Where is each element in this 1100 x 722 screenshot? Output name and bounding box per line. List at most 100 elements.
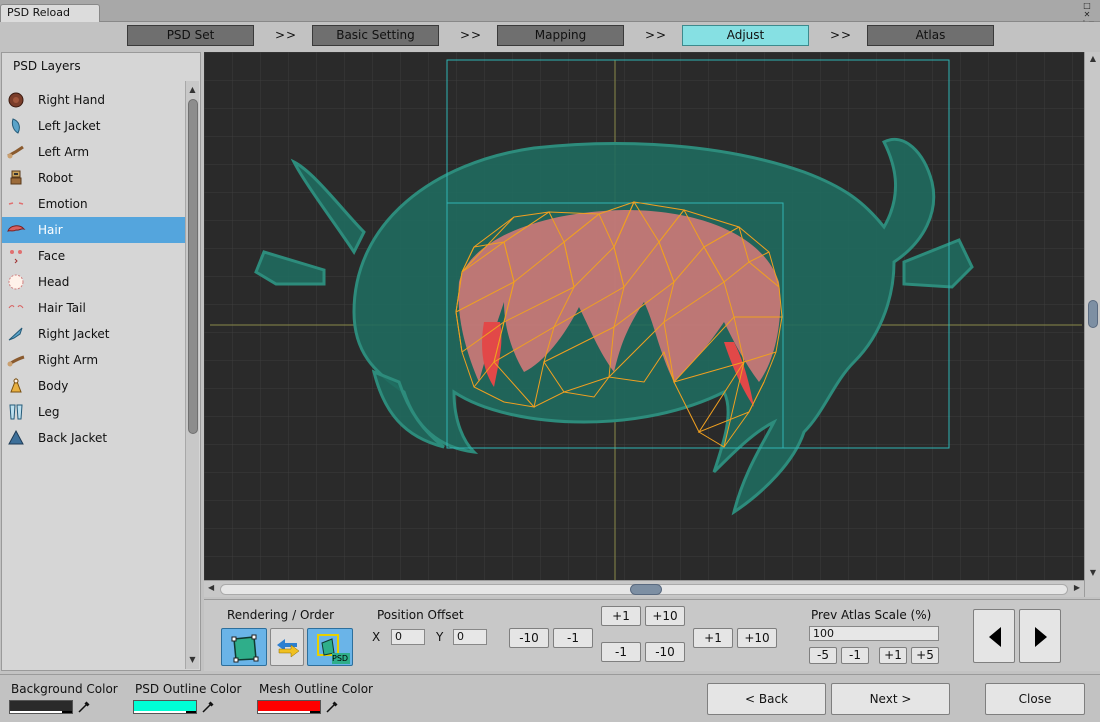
canvas-vscroll-thumb[interactable]	[1088, 300, 1098, 328]
triangle-left-icon	[989, 627, 1001, 647]
offset-left-1-button[interactable]: -1	[553, 628, 593, 648]
step-separator: >>	[275, 28, 298, 42]
back-button[interactable]: < Back	[707, 683, 826, 715]
next-layer-button[interactable]	[1019, 609, 1061, 663]
previous-layer-button[interactable]	[973, 609, 1015, 663]
rendering-order-label: Rendering / Order	[227, 608, 335, 622]
render-mesh-button[interactable]	[221, 628, 267, 666]
offset-right-10-button[interactable]: +10	[737, 628, 777, 648]
layer-label: Head	[38, 275, 70, 289]
canvas-vertical-scrollbar[interactable]: ▲ ▼	[1084, 52, 1100, 597]
scale-minus-1-button[interactable]: -1	[841, 647, 869, 664]
offset-up-10-button[interactable]: +10	[645, 606, 685, 626]
layer-item-hair[interactable]: Hair	[2, 217, 185, 243]
eyedropper-icon[interactable]	[77, 700, 91, 714]
y-label: Y	[436, 630, 444, 644]
emotion-icon	[8, 202, 24, 205]
scroll-left-icon[interactable]: ◀	[208, 583, 214, 592]
canvas-hscroll-thumb[interactable]	[630, 584, 662, 595]
step-adjust[interactable]: Adjust	[682, 25, 809, 46]
layer-label: Body	[38, 379, 69, 393]
x-offset-input[interactable]: 0	[391, 629, 425, 645]
layer-item-head[interactable]: Head	[2, 269, 185, 295]
close-button[interactable]: Close	[985, 683, 1085, 715]
layers-panel-title: PSD Layers	[13, 59, 81, 73]
window-titlebar: PSD Reload □ ✕ ⋮≡	[0, 0, 1100, 28]
step-navigation: PSD Set >> Basic Setting >> Mapping >> A…	[0, 22, 1100, 50]
offset-down-10-button[interactable]: -10	[645, 642, 685, 662]
jacket-icon	[8, 429, 24, 445]
offset-down-1-button[interactable]: -1	[601, 642, 641, 662]
arm-icon	[7, 355, 25, 367]
window-title-tab[interactable]: PSD Reload	[0, 4, 100, 22]
layer-label: Robot	[38, 171, 73, 185]
canvas-horizontal-scrollbar[interactable]: ◀ ▶	[204, 580, 1084, 597]
layer-label: Right Jacket	[38, 327, 110, 341]
layer-label: Right Arm	[38, 353, 99, 367]
layers-scrollbar[interactable]: ▲ ▼	[185, 81, 199, 669]
atlas-scale-input[interactable]: 100	[809, 626, 939, 641]
face-icon	[10, 250, 22, 264]
scale-plus-1-button[interactable]: +1	[879, 647, 907, 664]
scale-plus-5-button[interactable]: +5	[911, 647, 939, 664]
step-atlas[interactable]: Atlas	[867, 25, 994, 46]
psd-layers-panel: PSD Layers Right Hand Left Jacket Left A…	[1, 52, 201, 671]
layer-item-emotion[interactable]: Emotion	[2, 191, 185, 217]
hand-icon	[8, 92, 24, 108]
triangle-right-icon	[1035, 627, 1047, 647]
scroll-up-icon[interactable]: ▲	[1085, 54, 1100, 63]
next-button[interactable]: Next >	[831, 683, 950, 715]
scroll-down-icon[interactable]: ▼	[1085, 568, 1100, 577]
hair-icon	[7, 225, 26, 232]
scroll-right-icon[interactable]: ▶	[1074, 583, 1080, 592]
swap-arrows-icon	[277, 639, 300, 658]
mesh-outline-color-field[interactable]	[257, 700, 321, 714]
layer-item-left-arm[interactable]: Left Arm	[2, 139, 185, 165]
layer-label: Leg	[38, 405, 60, 419]
layer-item-face[interactable]: Face	[2, 243, 185, 269]
step-basic-setting[interactable]: Basic Setting	[312, 25, 439, 46]
atlas-scale-label: Prev Atlas Scale (%)	[811, 608, 932, 622]
step-separator: >>	[460, 28, 483, 42]
eyedropper-icon[interactable]	[201, 700, 215, 714]
offset-left-10-button[interactable]: -10	[509, 628, 549, 648]
layers-scroll-thumb[interactable]	[188, 99, 198, 434]
layer-item-hair-tail[interactable]: Hair Tail	[2, 295, 185, 321]
robot-icon	[10, 170, 22, 185]
maximize-icon[interactable]: □	[1080, 1, 1094, 10]
offset-right-1-button[interactable]: +1	[693, 628, 733, 648]
background-color-field[interactable]	[9, 700, 73, 714]
layer-item-right-hand[interactable]: Right Hand	[2, 87, 185, 113]
step-separator: >>	[645, 28, 668, 42]
mesh-preview-canvas[interactable]	[204, 52, 1084, 580]
layer-label: Face	[38, 249, 66, 263]
layer-item-robot[interactable]: Robot	[2, 165, 185, 191]
swap-order-button[interactable]	[270, 628, 304, 666]
psd-outline-color-field[interactable]	[133, 700, 197, 714]
offset-up-1-button[interactable]: +1	[601, 606, 641, 626]
jacket-icon	[11, 118, 20, 134]
scale-minus-5-button[interactable]: -5	[809, 647, 837, 664]
layer-item-left-jacket[interactable]: Left Jacket	[2, 113, 185, 139]
layer-item-right-arm[interactable]: Right Arm	[2, 347, 185, 373]
body-icon	[10, 377, 22, 393]
layer-item-right-jacket[interactable]: Right Jacket	[2, 321, 185, 347]
arm-icon	[7, 145, 24, 159]
psd-view-button[interactable]: PSD	[307, 628, 353, 666]
layer-label: Hair	[38, 223, 63, 237]
head-icon	[8, 274, 24, 290]
layer-item-body[interactable]: Body	[2, 373, 185, 399]
step-mapping[interactable]: Mapping	[497, 25, 624, 46]
y-offset-input[interactable]: 0	[453, 629, 487, 645]
step-psd-set[interactable]: PSD Set	[127, 25, 254, 46]
close-window-icon[interactable]: ✕	[1080, 10, 1094, 19]
eyedropper-icon[interactable]	[325, 700, 339, 714]
x-label: X	[372, 630, 381, 644]
scroll-down-icon[interactable]: ▼	[186, 653, 199, 667]
leg-icon	[9, 404, 23, 420]
bottom-bar: Background Color PSD Outline Color Mesh …	[0, 674, 1100, 722]
background-color-label: Background Color	[11, 682, 118, 696]
scroll-up-icon[interactable]: ▲	[186, 83, 199, 97]
layer-item-back-jacket[interactable]: Back Jacket	[2, 425, 185, 451]
layer-item-leg[interactable]: Leg	[2, 399, 185, 425]
